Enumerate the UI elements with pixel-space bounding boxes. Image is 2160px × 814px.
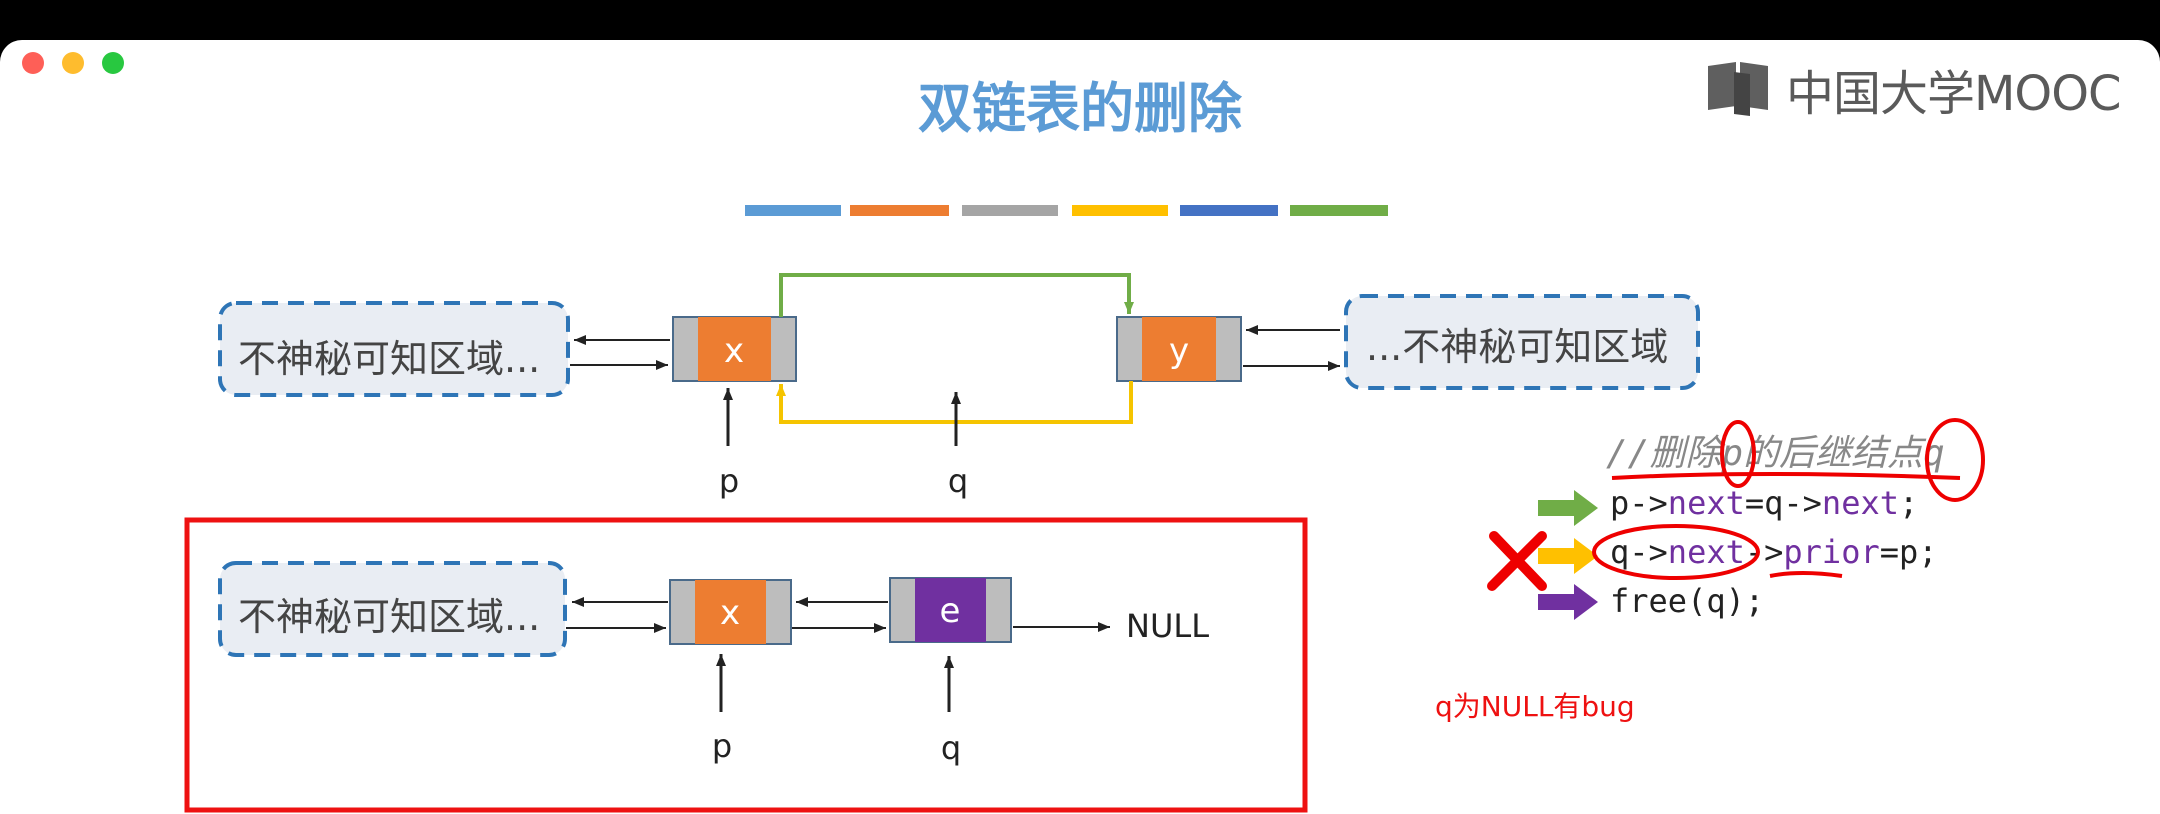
null-label: NULL <box>1126 607 1209 645</box>
code-line2-e: =p; <box>1880 533 1938 571</box>
bottom-left-region-label: 不神秘可知区域... <box>238 595 540 639</box>
code-line2-d: prior <box>1783 533 1879 571</box>
code-line1-d: next <box>1822 484 1899 522</box>
code-line2-b: next <box>1668 533 1745 571</box>
code-comment: //删除p的后继结点q <box>1606 433 1945 474</box>
code-block: //删除p的后继结点q p->next=q->next; q->next->pr… <box>1487 418 1985 620</box>
top-right-region-label: ...不神秘可知区域 <box>1366 325 1668 369</box>
purple-line-arrow <box>1538 584 1598 620</box>
underline-blue <box>745 205 841 216</box>
underline-green <box>1290 205 1388 216</box>
code-line1-c: =q-> <box>1745 484 1822 522</box>
top-node-y: y <box>1116 316 1242 382</box>
yellow-line-arrow <box>1538 538 1598 574</box>
bottom-node-x: x <box>669 579 792 645</box>
code-line2-a: q-> <box>1610 533 1668 571</box>
red-underline-prior <box>1769 571 1843 578</box>
underline-darkblue <box>1180 205 1278 216</box>
green-line-arrow <box>1538 490 1598 526</box>
bug-note: q为NULL有bug <box>1435 690 1635 723</box>
red-underline-comment <box>1611 472 1961 480</box>
top-node-x-label: x <box>724 331 744 371</box>
code-line-1: p->next=q->next; <box>1610 484 1918 522</box>
code-line1-e: ; <box>1899 484 1918 522</box>
top-left-region-label: 不神秘可知区域... <box>238 337 540 381</box>
bottom-diagram: 不神秘可知区域... x e NULL p q <box>184 517 1308 813</box>
underline-gray <box>962 205 1058 216</box>
pointer-q-label: q <box>948 462 968 500</box>
top-node-x: x <box>672 316 797 382</box>
green-next-link <box>779 273 1134 317</box>
bottom-pointer-p-label: p <box>712 727 732 765</box>
bottom-pointer-q-label: q <box>941 729 961 767</box>
underline-orange <box>850 205 949 216</box>
slide-diagram: 不神秘可知区域... ...不神秘可知区域 x y p q //删除p的后继结点… <box>184 205 1985 813</box>
red-x-mark-icon <box>1487 531 1547 591</box>
bottom-node-e: e <box>889 577 1012 643</box>
top-diagram: 不神秘可知区域... ...不神秘可知区域 x y p q <box>218 273 1700 500</box>
bottom-node-x-label: x <box>720 593 740 633</box>
code-line-3: free(q); <box>1610 582 1764 620</box>
pointer-p-label: p <box>719 462 739 500</box>
code-line1-b: next <box>1668 484 1745 522</box>
bottom-node-e-label: e <box>940 591 961 631</box>
top-node-y-label: y <box>1169 331 1189 371</box>
code-line1-a: p-> <box>1610 484 1668 522</box>
title-underline <box>745 205 1388 216</box>
code-line-2: q->next->prior=p; <box>1610 533 1938 571</box>
underline-yellow <box>1072 205 1168 216</box>
